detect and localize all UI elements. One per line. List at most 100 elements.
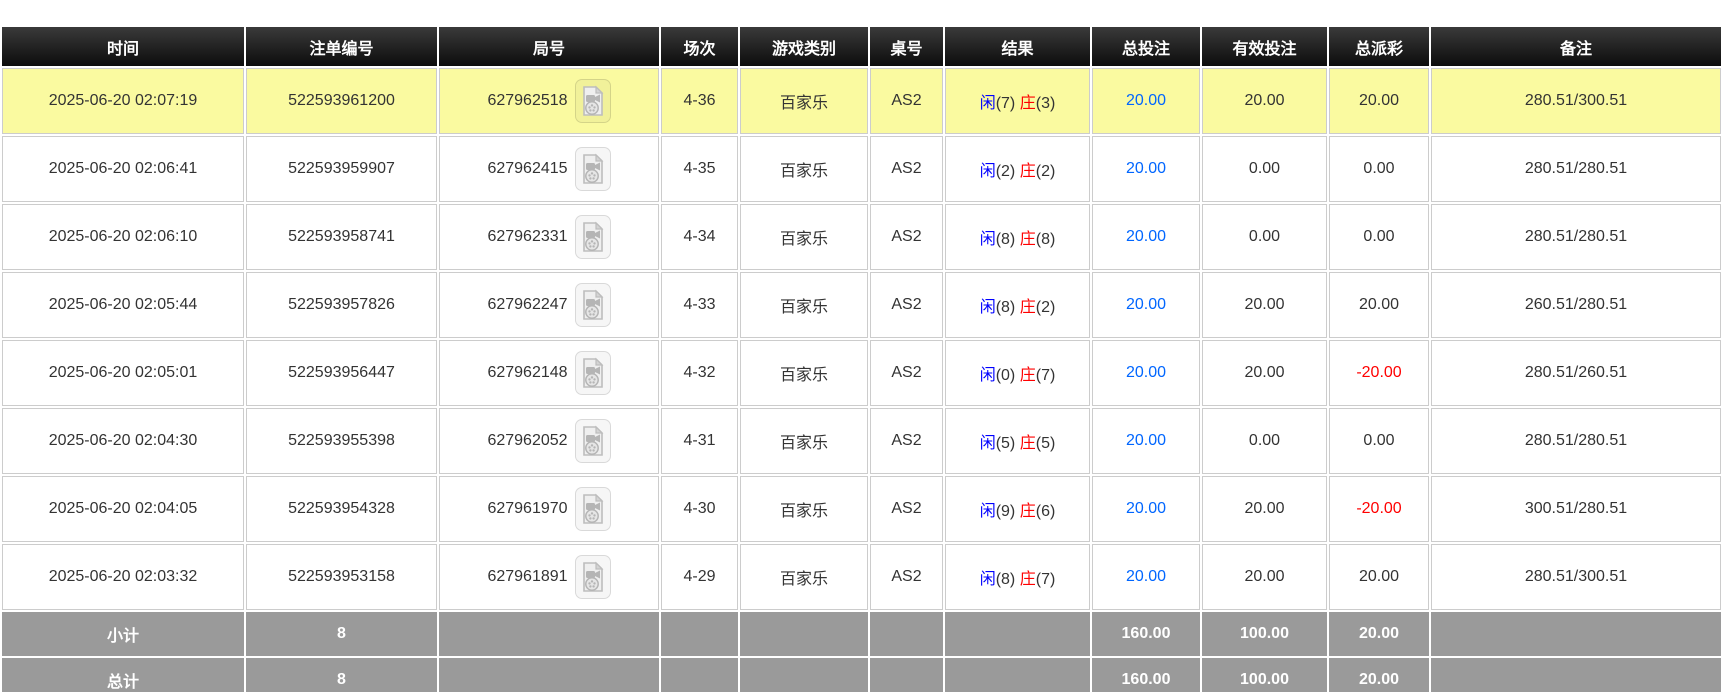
subtotal-row: 小计 8 160.00 100.00 20.00 bbox=[2, 612, 1721, 656]
column-header-payout: 总派彩 bbox=[1329, 27, 1429, 66]
round-id-cell: 627962247 bbox=[439, 272, 659, 338]
table-header: 时间 注单编号 局号 场次 游戏类别 桌号 结果 总投注 有效投注 总派彩 备注 bbox=[2, 27, 1721, 66]
empty-cell bbox=[945, 612, 1090, 656]
player-result-value: (8) bbox=[996, 299, 1016, 316]
video-icon bbox=[580, 221, 606, 253]
empty-cell bbox=[945, 658, 1090, 692]
table-no-cell: AS2 bbox=[870, 476, 943, 542]
banker-result-value: (2) bbox=[1036, 299, 1056, 316]
video-replay-button[interactable] bbox=[575, 487, 611, 531]
total-bet-cell[interactable]: 20.00 bbox=[1092, 136, 1200, 202]
video-icon bbox=[580, 425, 606, 457]
video-replay-button[interactable] bbox=[575, 351, 611, 395]
total-bet-cell[interactable]: 20.00 bbox=[1092, 68, 1200, 134]
valid-bet-cell: 20.00 bbox=[1202, 544, 1327, 610]
grand-total-payout: 20.00 bbox=[1329, 658, 1429, 692]
player-result-label: 闲 bbox=[980, 163, 996, 180]
player-result-value: (5) bbox=[996, 435, 1016, 452]
time-cell: 2025-06-20 02:04:30 bbox=[2, 408, 244, 474]
session-cell: 4-32 bbox=[661, 340, 738, 406]
remark-cell: 280.51/260.51 bbox=[1431, 340, 1721, 406]
video-replay-button[interactable] bbox=[575, 215, 611, 259]
total-bet-cell[interactable]: 20.00 bbox=[1092, 272, 1200, 338]
remark-cell: 300.51/280.51 bbox=[1431, 476, 1721, 542]
result-cell: 闲(8) 庄(2) bbox=[945, 272, 1090, 338]
round-id-text: 627961970 bbox=[487, 500, 567, 518]
round-id-cell: 627962148 bbox=[439, 340, 659, 406]
table-footer: 小计 8 160.00 100.00 20.00 总计 8 1 bbox=[2, 612, 1721, 692]
total-bet-cell[interactable]: 20.00 bbox=[1092, 544, 1200, 610]
session-cell: 4-31 bbox=[661, 408, 738, 474]
payout-cell: 0.00 bbox=[1329, 136, 1429, 202]
time-cell: 2025-06-20 02:05:44 bbox=[2, 272, 244, 338]
video-icon bbox=[580, 357, 606, 389]
time-cell: 2025-06-20 02:04:05 bbox=[2, 476, 244, 542]
valid-bet-cell: 0.00 bbox=[1202, 408, 1327, 474]
video-replay-button[interactable] bbox=[575, 147, 611, 191]
bet-id-cell: 522593953158 bbox=[246, 544, 437, 610]
empty-cell bbox=[439, 612, 659, 656]
valid-bet-cell: 20.00 bbox=[1202, 272, 1327, 338]
session-cell: 4-33 bbox=[661, 272, 738, 338]
round-id-wrap: 627962518 bbox=[444, 79, 654, 123]
empty-cell bbox=[439, 658, 659, 692]
column-header-remark: 备注 bbox=[1431, 27, 1721, 66]
result-cell: 闲(2) 庄(2) bbox=[945, 136, 1090, 202]
session-cell: 4-30 bbox=[661, 476, 738, 542]
total-bet-cell[interactable]: 20.00 bbox=[1092, 204, 1200, 270]
round-id-cell: 627962331 bbox=[439, 204, 659, 270]
video-replay-button[interactable] bbox=[575, 283, 611, 327]
valid-bet-cell: 20.00 bbox=[1202, 476, 1327, 542]
bet-id-cell: 522593959907 bbox=[246, 136, 437, 202]
player-result-label: 闲 bbox=[980, 571, 996, 588]
session-cell: 4-35 bbox=[661, 136, 738, 202]
remark-cell: 260.51/280.51 bbox=[1431, 272, 1721, 338]
player-result-label: 闲 bbox=[980, 367, 996, 384]
banker-result-value: (7) bbox=[1036, 367, 1056, 384]
total-bet-cell[interactable]: 20.00 bbox=[1092, 408, 1200, 474]
grand-total-count: 8 bbox=[246, 658, 437, 692]
round-id-wrap: 627962247 bbox=[444, 283, 654, 327]
result-cell: 闲(9) 庄(6) bbox=[945, 476, 1090, 542]
banker-result-value: (3) bbox=[1036, 95, 1056, 112]
video-replay-button[interactable] bbox=[575, 555, 611, 599]
subtotal-total-bet: 160.00 bbox=[1092, 612, 1200, 656]
round-id-wrap: 627962052 bbox=[444, 419, 654, 463]
player-result-label: 闲 bbox=[980, 503, 996, 520]
empty-cell bbox=[870, 658, 943, 692]
total-bet-cell[interactable]: 20.00 bbox=[1092, 476, 1200, 542]
banker-result-value: (7) bbox=[1036, 571, 1056, 588]
round-id-text: 627961891 bbox=[487, 568, 567, 586]
valid-bet-cell: 20.00 bbox=[1202, 68, 1327, 134]
banker-result-label: 庄 bbox=[1020, 503, 1036, 520]
table-body: 2025-06-20 02:07:19522593961200627962518… bbox=[2, 68, 1721, 610]
total-bet-cell[interactable]: 20.00 bbox=[1092, 340, 1200, 406]
payout-cell: 0.00 bbox=[1329, 204, 1429, 270]
grand-total-total-bet: 160.00 bbox=[1092, 658, 1200, 692]
subtotal-valid-bet: 100.00 bbox=[1202, 612, 1327, 656]
video-replay-button[interactable] bbox=[575, 79, 611, 123]
round-id-cell: 627962415 bbox=[439, 136, 659, 202]
banker-result-value: (8) bbox=[1036, 231, 1056, 248]
session-cell: 4-34 bbox=[661, 204, 738, 270]
remark-cell: 280.51/300.51 bbox=[1431, 68, 1721, 134]
payout-cell: 0.00 bbox=[1329, 408, 1429, 474]
valid-bet-cell: 20.00 bbox=[1202, 340, 1327, 406]
game-type-cell: 百家乐 bbox=[740, 544, 868, 610]
table-row: 2025-06-20 02:07:19522593961200627962518… bbox=[2, 68, 1721, 134]
remark-cell: 280.51/280.51 bbox=[1431, 136, 1721, 202]
round-id-text: 627962331 bbox=[487, 228, 567, 246]
column-header-time: 时间 bbox=[2, 27, 244, 66]
time-cell: 2025-06-20 02:03:32 bbox=[2, 544, 244, 610]
payout-cell: 20.00 bbox=[1329, 68, 1429, 134]
table-no-cell: AS2 bbox=[870, 272, 943, 338]
bet-id-cell: 522593957826 bbox=[246, 272, 437, 338]
player-result-value: (8) bbox=[996, 571, 1016, 588]
round-id-text: 627962518 bbox=[487, 92, 567, 110]
video-replay-button[interactable] bbox=[575, 419, 611, 463]
empty-cell bbox=[740, 612, 868, 656]
valid-bet-cell: 0.00 bbox=[1202, 204, 1327, 270]
table-row: 2025-06-20 02:04:05522593954328627961970… bbox=[2, 476, 1721, 542]
round-id-wrap: 627961970 bbox=[444, 487, 654, 531]
subtotal-payout: 20.00 bbox=[1329, 612, 1429, 656]
